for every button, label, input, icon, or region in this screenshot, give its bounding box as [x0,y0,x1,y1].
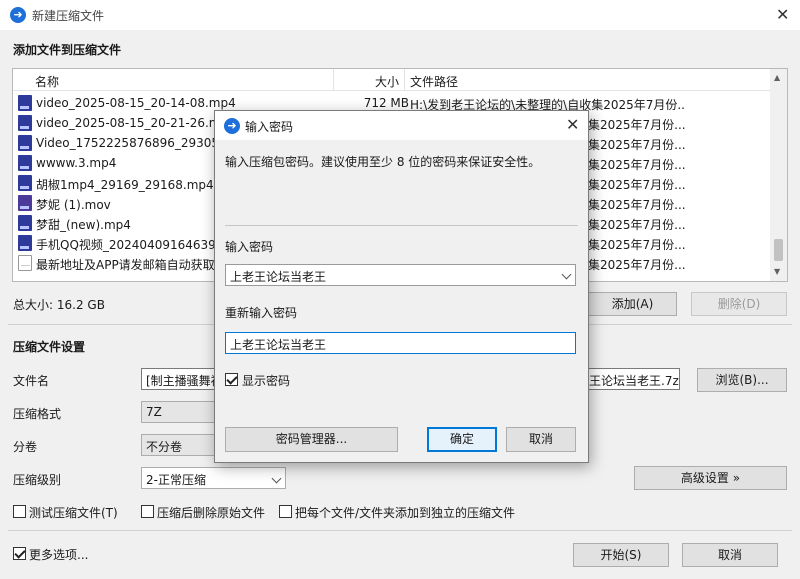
confirm-password-value: 上老王论坛当老王 [230,338,327,352]
add-button[interactable]: 添加(A) [588,292,677,316]
window-titlebar: ➜ 新建压缩文件 ✕ [0,0,800,30]
password-input[interactable]: 上老王论坛当老王 [225,264,576,286]
video-file-icon [18,175,32,191]
file-name: 最新地址及APP请发邮箱自动获取! [36,258,220,272]
file-list-header: 名称 大小 文件路径 [13,69,787,91]
column-header-path[interactable]: 文件路径 [410,73,458,90]
dialog-hint: 输入压缩包密码。建议使用至少 8 位的密码来保证安全性。 [225,155,541,169]
column-header-name[interactable]: 名称 [35,73,59,90]
delete-button[interactable]: 删除(D) [691,292,787,316]
filename-value-left: [制主播骚舞福 [146,374,223,388]
video-file-icon [18,135,32,151]
file-name: video_2025-08-15_20-14-08.mp4 [36,96,236,110]
window-close-icon[interactable]: ✕ [776,7,789,23]
video-file-icon [18,155,32,171]
video-file-icon [18,235,32,251]
video-file-icon [18,215,32,231]
file-path: 集2025年7月份... [588,238,686,252]
file-path: 集2025年7月份... [588,118,686,132]
password-manager-button[interactable]: 密码管理器... [225,427,398,452]
file-path: 集2025年7月份... [588,218,686,232]
ok-button[interactable]: 确定 [427,427,497,452]
file-name: 梦甜_(new).mp4 [36,218,131,232]
file-path: 集2025年7月份... [588,158,686,172]
file-name: Video_1752225876896_29305_2 [36,136,233,150]
text-file-icon [18,255,32,271]
password-value: 上老王论坛当老王 [230,270,327,284]
level-select[interactable]: 2-正常压缩 [141,467,286,489]
divider [225,225,578,226]
scroll-down-icon[interactable]: ▼ [774,267,780,276]
file-path: 集2025年7月份... [588,198,686,212]
file-name: wwww.3.mp4 [36,156,117,170]
column-header-size[interactable]: 大小 [375,73,399,90]
dialog-titlebar: ➜ 输入密码 ✕ [215,111,588,140]
dialog-hint-area: 输入压缩包密码。建议使用至少 8 位的密码来保证安全性。 [215,140,588,220]
file-list-scrollbar[interactable]: ▲ ▼ [770,69,787,281]
confirm-password-input[interactable]: 上老王论坛当老王 [225,332,576,354]
split-label: 分卷 [13,440,38,454]
delete-originals-label[interactable]: 压缩后删除原始文件 [157,504,265,521]
column-divider[interactable] [404,69,405,91]
add-files-heading: 添加文件到压缩文件 [13,43,122,57]
show-password-checkbox[interactable] [225,373,238,386]
delete-originals-checkbox[interactable] [141,505,154,518]
file-name: 手机QQ视频_20240409164639.m [36,238,232,252]
dialog-cancel-button[interactable]: 取消 [506,427,576,452]
file-name: video_2025-08-15_20-21-26.mp4 [36,116,236,130]
file-name: 胡椒1mp4_29169_29168.mp4 [36,178,214,192]
settings-heading: 压缩文件设置 [13,340,86,354]
cancel-button[interactable]: 取消 [682,543,778,567]
format-select[interactable]: 7Z [141,401,221,423]
window-title: 新建压缩文件 [32,9,105,23]
app-logo-icon: ➜ [224,118,240,134]
split-value: 不分卷 [146,440,183,454]
divider [8,530,792,531]
start-button[interactable]: 开始(S) [573,543,669,567]
more-options-label[interactable]: 更多选项... [29,546,88,563]
level-label: 压缩级别 [13,473,62,487]
dialog-title: 输入密码 [245,120,294,134]
dialog-close-icon[interactable]: ✕ [566,117,579,133]
file-path: 集2025年7月份... [588,138,686,152]
total-size-label: 总大小: 16.2 GB [13,298,105,312]
split-select[interactable]: 不分卷 [141,434,221,456]
separate-archives-checkbox[interactable] [279,505,292,518]
file-path: 集2025年7月份... [588,178,686,192]
file-size: 712 MB [363,96,409,110]
advanced-settings-button[interactable]: 高级设置 » [634,466,787,490]
show-password-label[interactable]: 显示密码 [242,372,290,389]
filename-value-right: 王论坛当老王.7z [589,374,679,388]
password-dialog: ➜ 输入密码 ✕ 输入压缩包密码。建议使用至少 8 位的密码来保证安全性。 输入… [214,110,589,463]
video-file-icon [18,95,32,111]
file-name: 梦妮 (1).mov [36,198,111,212]
test-archive-label[interactable]: 测试压缩文件(T) [29,504,118,521]
format-label: 压缩格式 [13,407,62,421]
chevron-down-icon[interactable] [561,269,572,280]
chevron-down-icon [271,473,282,484]
confirm-password-label: 重新输入密码 [225,306,298,320]
separate-archives-label[interactable]: 把每个文件/文件夹添加到独立的压缩文件 [295,504,515,521]
password-label: 输入密码 [225,240,274,254]
scrollbar-thumb[interactable] [774,239,783,261]
mov-file-icon [18,195,32,211]
video-file-icon [18,115,32,131]
test-archive-checkbox[interactable] [13,505,26,518]
app-logo-icon: ➜ [10,7,26,23]
format-value: 7Z [146,405,162,419]
browse-button[interactable]: 浏览(B)... [697,368,787,392]
file-path: 集2025年7月份... [588,258,686,272]
column-divider[interactable] [333,69,334,91]
more-options-checkbox[interactable] [13,547,26,560]
level-value: 2-正常压缩 [146,473,206,487]
filename-label: 文件名 [13,374,50,388]
scroll-up-icon[interactable]: ▲ [774,73,780,82]
